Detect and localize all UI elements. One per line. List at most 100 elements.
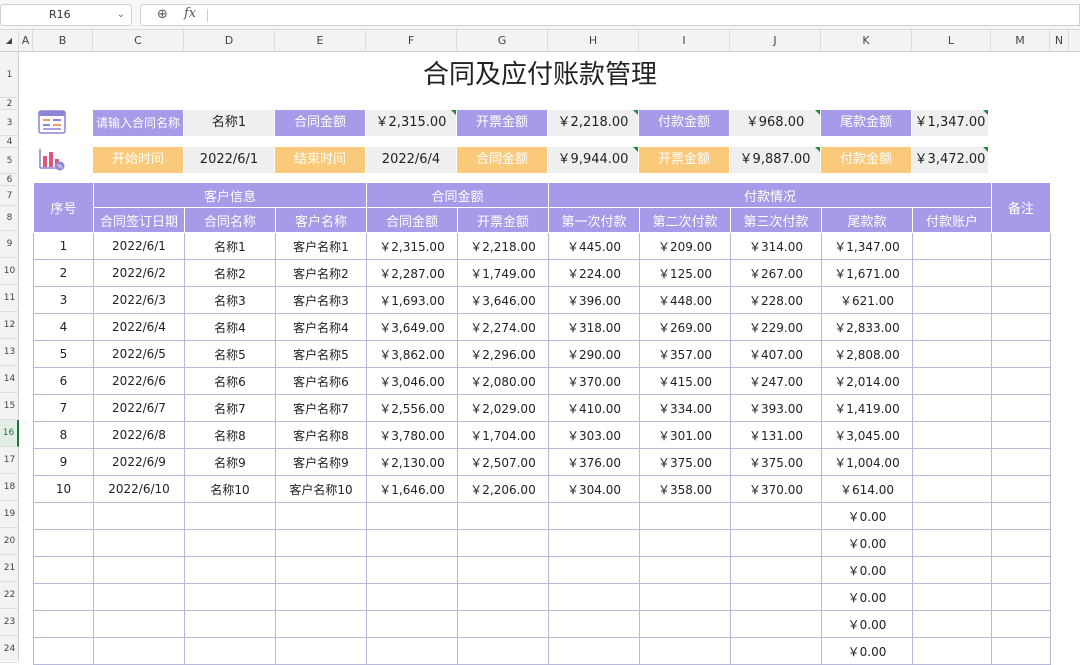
cell-empty[interactable] — [93, 502, 185, 530]
cell-empty[interactable] — [639, 529, 731, 557]
cell-empty[interactable] — [730, 637, 822, 665]
cell-pay2[interactable]: ￥415.00 — [639, 367, 731, 395]
cell-empty[interactable] — [366, 529, 458, 557]
cell-balance[interactable]: ￥3,045.00 — [821, 421, 913, 449]
cell-empty[interactable] — [991, 502, 1051, 530]
cell-pay3[interactable]: ￥131.00 — [730, 421, 822, 449]
cell-empty[interactable] — [912, 529, 992, 557]
name-box[interactable]: R16 ⌄ — [0, 4, 132, 26]
cell-pay1[interactable]: ￥318.00 — [548, 313, 640, 341]
cell-invoice-amount[interactable]: ￥2,080.00 — [457, 367, 549, 395]
cell-empty[interactable] — [548, 529, 640, 557]
cell-contract-amount[interactable]: ￥3,862.00 — [366, 340, 458, 368]
cell-pay-account[interactable] — [912, 232, 992, 260]
cell-sign-date[interactable]: 2022/6/6 — [93, 367, 185, 395]
cell-invoice-amount[interactable]: ￥2,206.00 — [457, 475, 549, 503]
cell-pay-account[interactable] — [912, 259, 992, 287]
cell-empty[interactable] — [184, 529, 276, 557]
cell-seq[interactable]: 4 — [33, 313, 94, 341]
cell-empty[interactable] — [33, 610, 94, 638]
cell-pay-account[interactable] — [912, 367, 992, 395]
cell-empty[interactable] — [991, 583, 1051, 611]
cell-empty[interactable] — [639, 556, 731, 584]
cell-contract-amount[interactable]: ￥2,315.00 — [366, 232, 458, 260]
row-header-13[interactable]: 13 — [0, 339, 19, 366]
cell-pay2[interactable]: ￥301.00 — [639, 421, 731, 449]
cell-contract-name[interactable]: 名称8 — [184, 421, 276, 449]
cell-pay3[interactable]: ￥247.00 — [730, 367, 822, 395]
cell-balance[interactable]: ￥2,014.00 — [821, 367, 913, 395]
cell-contract-name[interactable]: 名称10 — [184, 475, 276, 503]
cell-balance[interactable]: ￥0.00 — [821, 529, 913, 557]
cell-empty[interactable] — [33, 583, 94, 611]
cell-customer-name[interactable]: 客户名称3 — [275, 286, 367, 314]
cell-empty[interactable] — [912, 610, 992, 638]
row-header-2[interactable]: 2 — [0, 98, 19, 110]
cell-balance[interactable]: ￥0.00 — [821, 610, 913, 638]
search-icon[interactable]: ⊕ — [157, 7, 168, 22]
cell-customer-name[interactable]: 客户名称4 — [275, 313, 367, 341]
cell-empty[interactable] — [991, 610, 1051, 638]
cell-pay-account[interactable] — [912, 394, 992, 422]
cell-empty[interactable] — [275, 556, 367, 584]
cell-empty[interactable] — [93, 637, 185, 665]
cell-sign-date[interactable]: 2022/6/5 — [93, 340, 185, 368]
row-header-8[interactable]: 8 — [0, 206, 19, 231]
cell-invoice-amount[interactable]: ￥2,029.00 — [457, 394, 549, 422]
cell-empty[interactable] — [730, 502, 822, 530]
cell-balance[interactable]: ￥1,004.00 — [821, 448, 913, 476]
column-header-h[interactable]: H — [548, 30, 639, 52]
cell-sign-date[interactable]: 2022/6/9 — [93, 448, 185, 476]
search-input[interactable]: 名称1 — [184, 110, 274, 136]
cell-empty[interactable] — [366, 556, 458, 584]
cell-sign-date[interactable]: 2022/6/4 — [93, 313, 185, 341]
cell-remark[interactable] — [991, 475, 1051, 503]
cell-contract-amount[interactable]: ￥1,693.00 — [366, 286, 458, 314]
row-header-3[interactable]: 3 — [0, 110, 19, 136]
cell-contract-amount[interactable]: ￥3,046.00 — [366, 367, 458, 395]
row-header-19[interactable]: 19 — [0, 501, 19, 528]
cell-empty[interactable] — [366, 637, 458, 665]
cell-empty[interactable] — [33, 502, 94, 530]
cell-empty[interactable] — [33, 637, 94, 665]
cell-balance[interactable]: ￥0.00 — [821, 637, 913, 665]
row-header-12[interactable]: 12 — [0, 312, 19, 339]
cell-empty[interactable] — [366, 610, 458, 638]
cell-remark[interactable] — [991, 421, 1051, 449]
cell-sign-date[interactable]: 2022/6/2 — [93, 259, 185, 287]
column-header-e[interactable]: E — [275, 30, 366, 52]
cell-invoice-amount[interactable]: ￥2,218.00 — [457, 232, 549, 260]
cell-balance[interactable]: ￥0.00 — [821, 556, 913, 584]
cell-contract-amount[interactable]: ￥2,130.00 — [366, 448, 458, 476]
select-all-corner[interactable]: ◢ — [0, 30, 19, 52]
cell-balance[interactable]: ￥0.00 — [821, 502, 913, 530]
column-header-m[interactable]: M — [991, 30, 1050, 52]
cell-sign-date[interactable]: 2022/6/7 — [93, 394, 185, 422]
cell-remark[interactable] — [991, 367, 1051, 395]
cell-pay2[interactable]: ￥269.00 — [639, 313, 731, 341]
cell-seq[interactable]: 8 — [33, 421, 94, 449]
cell-empty[interactable] — [457, 610, 549, 638]
cell-customer-name[interactable]: 客户名称10 — [275, 475, 367, 503]
cell-empty[interactable] — [548, 583, 640, 611]
cell-empty[interactable] — [275, 610, 367, 638]
cell-empty[interactable] — [457, 583, 549, 611]
cell-empty[interactable] — [991, 529, 1051, 557]
cell-empty[interactable] — [730, 610, 822, 638]
chevron-down-icon[interactable]: ⌄ — [117, 5, 125, 25]
cell-balance[interactable]: ￥614.00 — [821, 475, 913, 503]
column-header-l[interactable]: L — [912, 30, 991, 52]
cell-empty[interactable] — [457, 556, 549, 584]
cell-pay3[interactable]: ￥267.00 — [730, 259, 822, 287]
cell-balance[interactable]: ￥0.00 — [821, 583, 913, 611]
cell-pay-account[interactable] — [912, 421, 992, 449]
row-header-21[interactable]: 21 — [0, 555, 19, 582]
start-time-input[interactable]: 2022/6/1 — [184, 147, 274, 173]
cell-pay2[interactable]: ￥209.00 — [639, 232, 731, 260]
cell-pay-account[interactable] — [912, 448, 992, 476]
cell-contract-amount[interactable]: ￥2,556.00 — [366, 394, 458, 422]
cell-contract-name[interactable]: 名称3 — [184, 286, 276, 314]
cell-empty[interactable] — [366, 583, 458, 611]
cell-empty[interactable] — [639, 637, 731, 665]
cell-pay1[interactable]: ￥224.00 — [548, 259, 640, 287]
